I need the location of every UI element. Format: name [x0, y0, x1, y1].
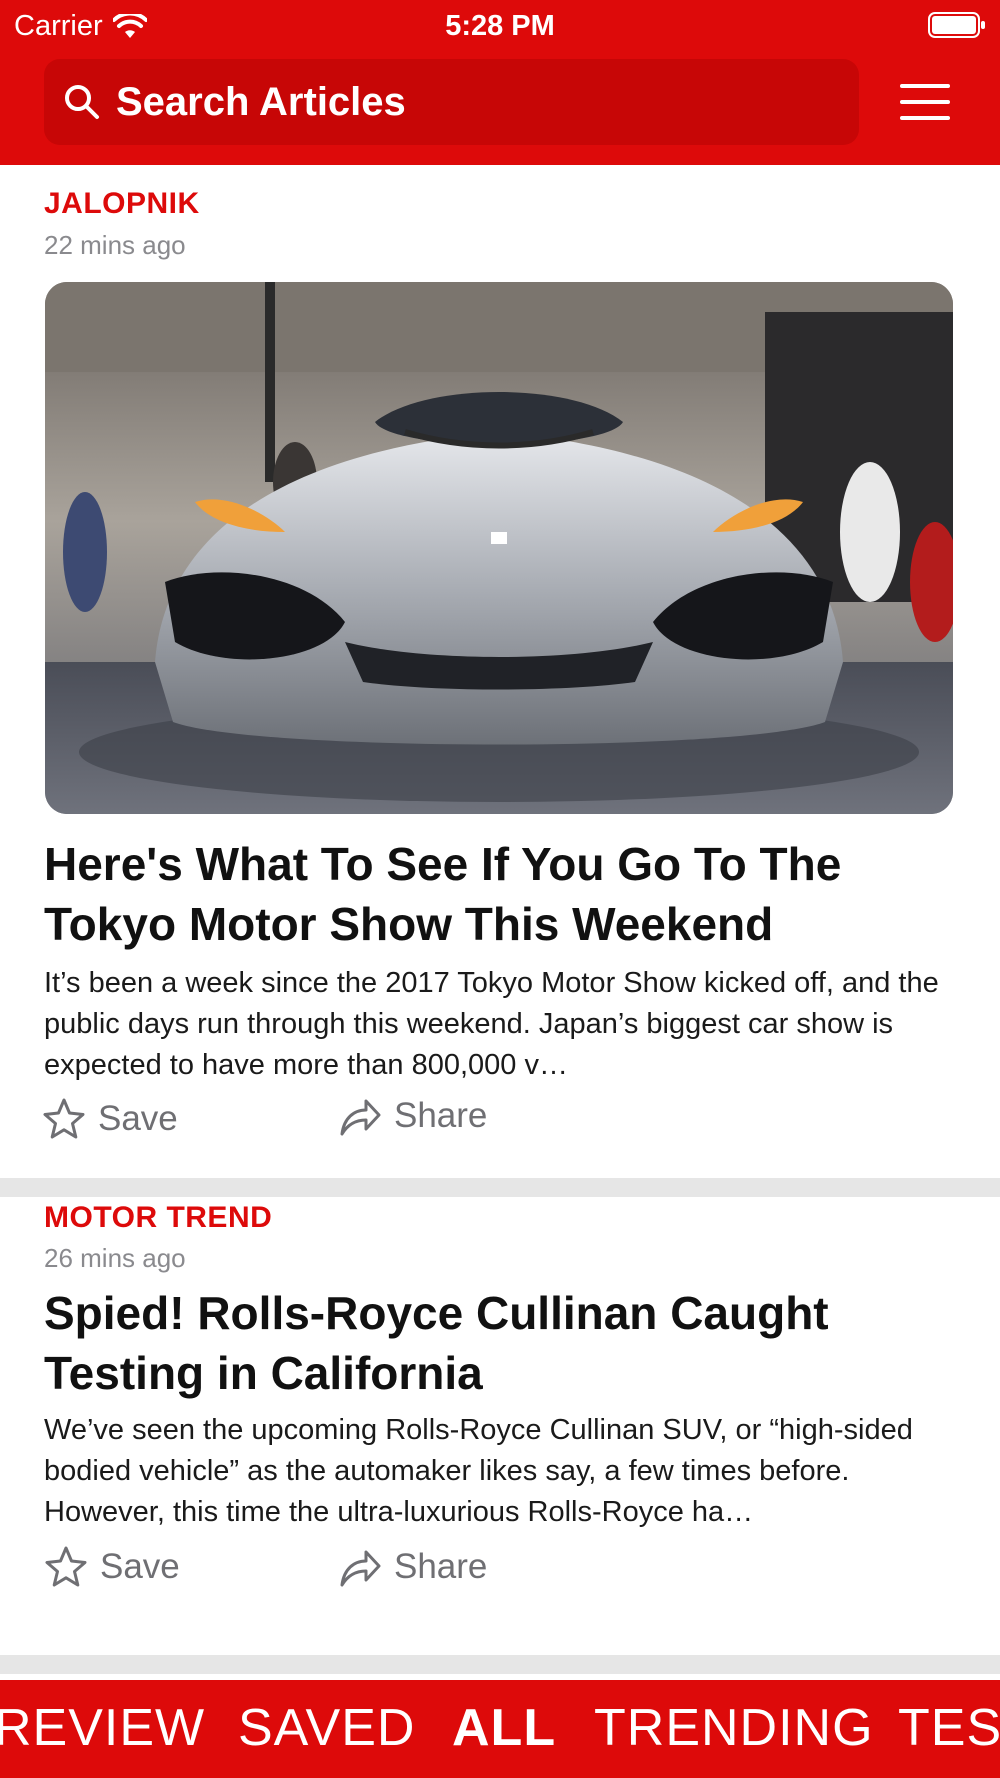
article-time: 26 mins ago — [44, 1243, 186, 1273]
article-image[interactable] — [45, 282, 953, 814]
save-label: Save — [98, 1099, 178, 1138]
status-time: 5:28 PM — [445, 10, 555, 42]
tab-review[interactable]: REVIEW — [0, 1698, 205, 1758]
share-label: Share — [394, 1096, 488, 1135]
search-bar[interactable]: Search Articles — [44, 59, 859, 145]
search-input[interactable]: Search Articles — [116, 80, 406, 125]
search-icon — [65, 85, 99, 119]
star-icon — [43, 1098, 85, 1139]
tab-trending[interactable]: TRENDING — [594, 1698, 874, 1758]
save-button[interactable]: Save — [44, 1545, 180, 1589]
hamburger-menu-icon[interactable] — [898, 80, 952, 124]
app-header: Carrier 5:28 PM Search Articles — [0, 0, 1000, 165]
share-arrow-icon — [340, 1099, 381, 1136]
tab-tes[interactable]: TES — [898, 1698, 1000, 1758]
article-card[interactable]: MOTOR TREND 26 mins ago Spied! Rolls-Roy… — [0, 1197, 1000, 1655]
tab-saved[interactable]: SAVED — [238, 1698, 415, 1758]
star-icon — [45, 1546, 87, 1587]
concept-car-photo — [45, 282, 953, 814]
article-summary[interactable]: We’ve seen the upcoming Rolls-Royce Cull… — [44, 1410, 969, 1533]
article-headline[interactable]: Here's What To See If You Go To The Toky… — [44, 834, 964, 954]
status-bar: Carrier 5:28 PM — [0, 0, 1000, 52]
article-divider — [0, 1178, 1000, 1197]
tab-all[interactable]: ALL — [452, 1698, 556, 1758]
article-feed: JALOPNIK 22 mins ago Here's What To See … — [0, 165, 1000, 1680]
share-arrow-icon — [340, 1550, 381, 1587]
share-label: Share — [394, 1547, 488, 1586]
article-divider — [0, 1655, 1000, 1674]
category-tab-bar: REVIEW SAVED ALL TRENDING TES — [0, 1680, 1000, 1778]
article-source[interactable]: JALOPNIK — [44, 187, 200, 221]
share-button[interactable]: Share — [338, 1094, 487, 1138]
article-summary[interactable]: It’s been a week since the 2017 Tokyo Mo… — [44, 963, 969, 1086]
article-time: 22 mins ago — [44, 230, 186, 260]
article-card[interactable]: JALOPNIK 22 mins ago Here's What To See … — [0, 165, 1000, 1178]
battery-icon — [928, 12, 985, 38]
save-label: Save — [100, 1547, 180, 1586]
save-button[interactable]: Save — [42, 1097, 178, 1141]
share-button[interactable]: Share — [338, 1545, 487, 1589]
article-source[interactable]: MOTOR TREND — [44, 1201, 272, 1235]
article-headline[interactable]: Spied! Rolls-Royce Cullinan Caught Testi… — [44, 1283, 964, 1403]
